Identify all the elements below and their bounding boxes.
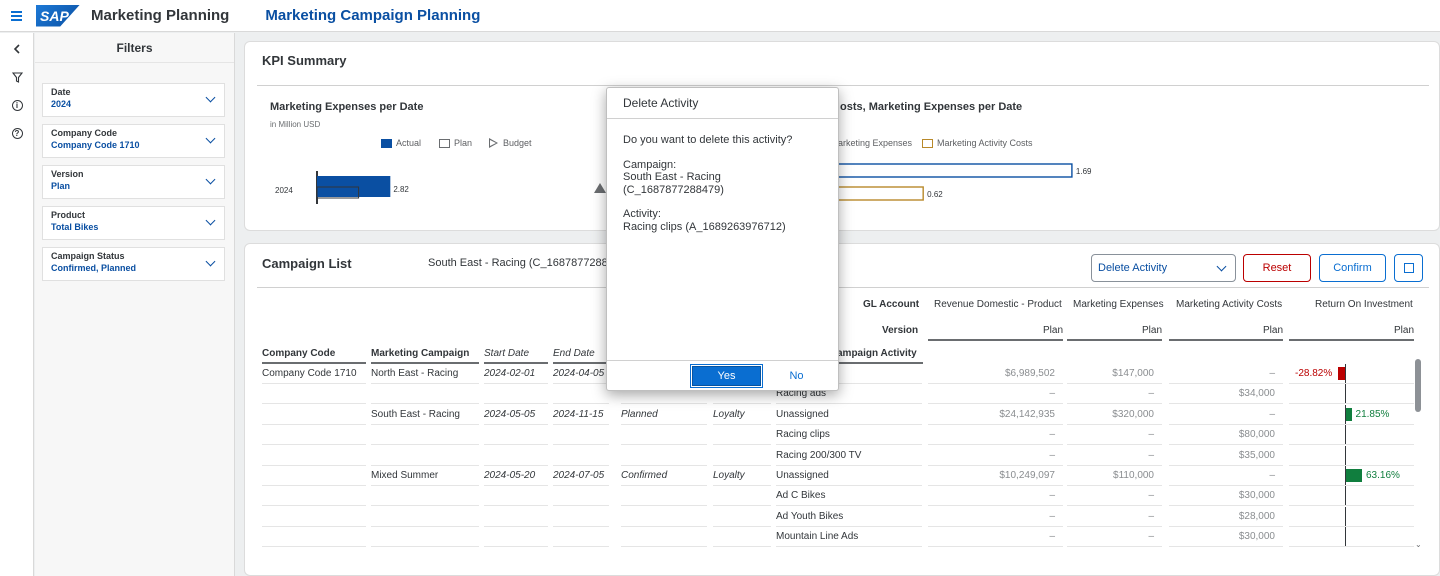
no-button[interactable]: No: [769, 366, 824, 386]
dialog-title: Delete Activity: [607, 88, 838, 119]
activity-label: Activity:: [623, 208, 661, 220]
campaign-label: Campaign:: [623, 158, 677, 171]
yes-button[interactable]: Yes: [690, 364, 763, 388]
delete-activity-dialog: Delete Activity Do you want to delete th…: [606, 87, 839, 391]
campaign-value: South East - Racing (C_1687877288479): [623, 171, 724, 196]
dialog-question: Do you want to delete this activity?: [623, 134, 793, 146]
activity-value: Racing clips (A_1689263976712): [623, 220, 786, 233]
